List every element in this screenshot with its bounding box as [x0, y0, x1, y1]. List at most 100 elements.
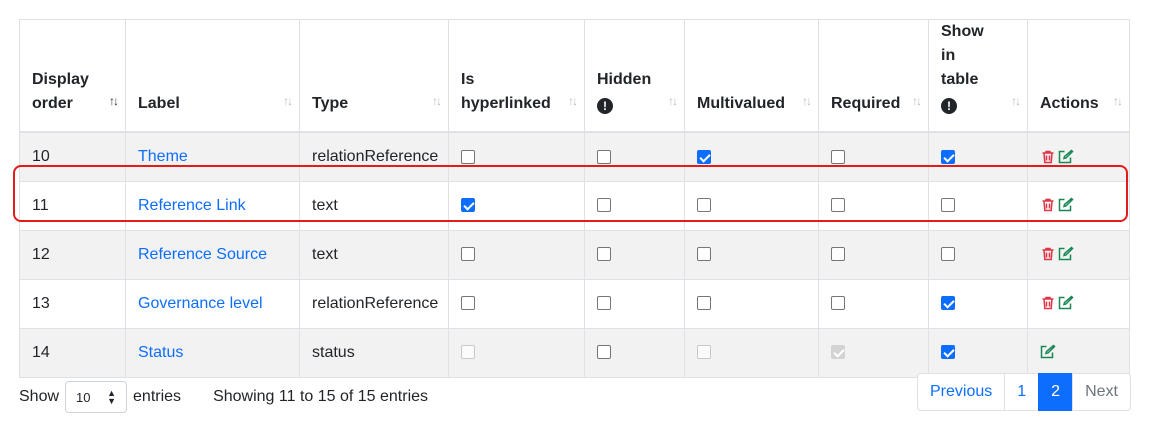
display-order-cell: 12 [19, 229, 126, 280]
field-label-link[interactable]: Reference Link [138, 197, 246, 214]
show-in-table-cell [928, 131, 1028, 182]
actions-cell [1027, 180, 1130, 231]
next-button[interactable]: Next [1072, 373, 1131, 411]
type-cell: status [299, 327, 449, 378]
col-header-hidden[interactable]: Hidden ! ↑↓ [584, 19, 685, 133]
is-hyperlinked-cell [448, 180, 585, 231]
edit-icon[interactable] [1058, 197, 1074, 213]
trash-icon[interactable] [1040, 197, 1056, 213]
col-header-show-in-table[interactable]: Show in table! ↑↓ [928, 19, 1028, 133]
type-cell: text [299, 180, 449, 231]
col-header-label-wrap: Hidden ! [597, 68, 659, 116]
select-arrows-icon: ▲ ▼ [107, 388, 117, 406]
required-checkbox[interactable] [831, 149, 845, 164]
edit-icon[interactable] [1040, 344, 1056, 360]
col-header-required[interactable]: Required ↑↓ [818, 19, 929, 133]
hidden-cell [584, 131, 685, 182]
field-type: relationReference [312, 147, 439, 165]
pagination: Previous 1 2 Next [917, 373, 1131, 411]
field-label-link[interactable]: Governance level [138, 295, 263, 312]
is-hyperlinked-cell [448, 327, 585, 378]
multivalued-cell [684, 327, 819, 378]
show-in-table-checkbox[interactable] [941, 247, 955, 262]
edit-icon[interactable] [1058, 295, 1074, 311]
trash-icon[interactable] [1040, 246, 1056, 262]
page-1-button[interactable]: 1 [1004, 373, 1040, 411]
required-cell [818, 180, 929, 231]
display-order: 11 [32, 196, 49, 214]
label-cell: Status [125, 327, 300, 378]
show-in-table-checkbox[interactable] [941, 198, 955, 213]
multivalued-cell [684, 131, 819, 182]
sort-icon[interactable]: ↑↓ [1011, 89, 1021, 113]
show-in-table-cell [928, 229, 1028, 280]
field-label-link[interactable]: Theme [138, 148, 188, 165]
is-hyperlinked-cell [448, 278, 585, 329]
hidden-checkbox[interactable] [597, 296, 611, 311]
field-type: relationReference [312, 294, 439, 312]
col-header-label: Is hyperlinked [461, 71, 551, 112]
actions-cell [1027, 327, 1130, 378]
actions-cell [1027, 131, 1130, 182]
col-header-is-hyperlinked[interactable]: Is hyperlinked ↑↓ [448, 19, 585, 133]
trash-icon[interactable] [1040, 149, 1056, 165]
multivalued-checkbox[interactable] [697, 149, 711, 164]
is-hyperlinked-checkbox[interactable] [461, 296, 475, 311]
show-in-table-checkbox[interactable] [941, 149, 955, 164]
edit-icon[interactable] [1058, 148, 1074, 165]
hidden-checkbox[interactable] [597, 247, 611, 262]
table-length-control: Show 10 ▲ ▼ entries Showing 11 to 15 of 1… [19, 380, 428, 414]
hidden-checkbox[interactable] [597, 198, 611, 213]
hidden-cell [584, 229, 685, 280]
required-cell [818, 229, 929, 280]
field-label-link[interactable]: Status [138, 344, 183, 361]
required-cell [818, 131, 929, 182]
multivalued-checkbox[interactable] [697, 296, 711, 311]
col-header-type[interactable]: Type ↑↓ [299, 19, 449, 133]
page-2-button[interactable]: 2 [1038, 373, 1074, 411]
show-in-table-cell [928, 180, 1028, 231]
multivalued-checkbox[interactable] [697, 247, 711, 262]
hidden-checkbox[interactable] [597, 345, 611, 360]
actions-cell [1027, 229, 1130, 280]
required-checkbox[interactable] [831, 247, 845, 262]
show-in-table-checkbox[interactable] [941, 296, 955, 311]
actions-cell [1027, 278, 1130, 329]
info-circle-icon[interactable]: ! [941, 98, 957, 114]
is-hyperlinked-checkbox[interactable] [461, 149, 475, 164]
field-label-link[interactable]: Reference Source [138, 246, 267, 263]
sort-icon[interactable]: ↑↓ [283, 89, 293, 113]
sort-icon[interactable]: ↑↓ [1113, 89, 1123, 113]
display-order: 10 [32, 147, 50, 165]
multivalued-checkbox[interactable] [697, 198, 711, 213]
edit-icon[interactable] [1058, 246, 1074, 262]
page-size-select[interactable]: 10 ▲ ▼ [65, 381, 128, 413]
info-circle-icon[interactable]: ! [597, 98, 613, 114]
label-cell: Theme [125, 131, 300, 182]
show-in-table-checkbox[interactable] [941, 345, 955, 360]
trash-icon[interactable] [1040, 295, 1056, 311]
is-hyperlinked-checkbox[interactable] [461, 247, 475, 262]
sort-icon[interactable]: ↑↓ [568, 89, 578, 113]
previous-button[interactable]: Previous [917, 373, 1006, 411]
col-header-label[interactable]: Label ↑↓ [125, 19, 300, 133]
sort-icon[interactable]: ↑↓ [912, 89, 922, 113]
sort-icon[interactable]: ↑↓ [668, 89, 678, 113]
col-header-multivalued[interactable]: Multivalued ↑↓ [684, 19, 819, 133]
is-hyperlinked-checkbox [461, 345, 475, 360]
page-size-value: 10 [76, 390, 91, 405]
sort-icon[interactable]: ↑↓ [432, 89, 442, 113]
label-cell: Governance level [125, 278, 300, 329]
required-checkbox[interactable] [831, 296, 845, 311]
sort-icon[interactable]: ↑↓ [109, 89, 119, 113]
hidden-checkbox[interactable] [597, 149, 611, 164]
col-header-label: Type [312, 95, 349, 112]
required-checkbox[interactable] [831, 198, 845, 213]
table-row: 10 Theme relationReference [19, 131, 1130, 182]
col-header-actions[interactable]: Actions ↑↓ [1027, 19, 1130, 133]
sort-icon[interactable]: ↑↓ [802, 89, 812, 113]
type-cell: relationReference [299, 131, 449, 182]
is-hyperlinked-checkbox[interactable] [461, 198, 475, 213]
col-header-display-order[interactable]: Display order ↑↓ [19, 19, 126, 133]
label-cell: Reference Link [125, 180, 300, 231]
